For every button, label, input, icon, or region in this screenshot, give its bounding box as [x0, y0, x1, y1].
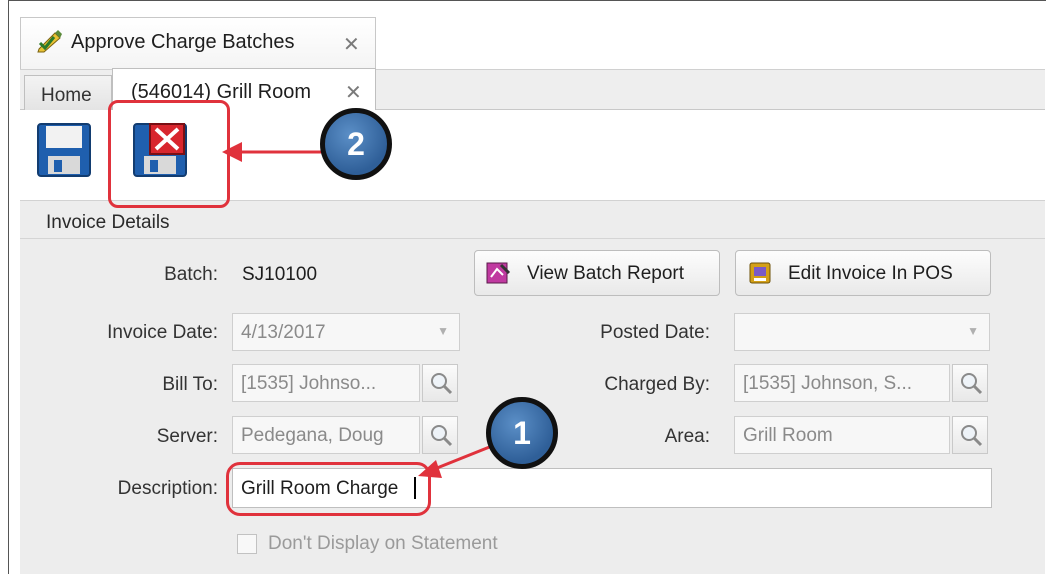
step-badge-2: 2	[320, 108, 392, 180]
annotation-arrows	[222, 142, 493, 478]
step-badge-1: 1	[486, 397, 558, 469]
